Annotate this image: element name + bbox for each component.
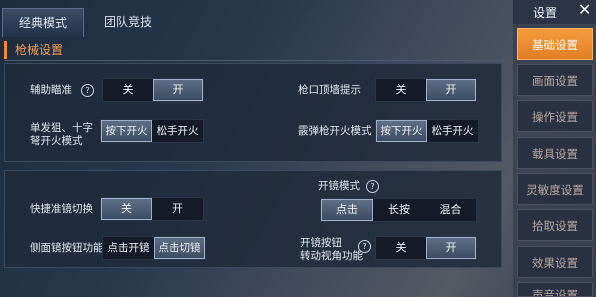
- aim-assist-label: 辅助瞄准: [30, 84, 72, 96]
- settings-title: 设置: [533, 6, 558, 20]
- sidebar-item-sensitivity[interactable]: 灵敏度设置: [517, 173, 593, 205]
- tab-team-deathmatch[interactable]: 团队竞技: [90, 8, 178, 36]
- scope-mode-toggle: 点击 长按 混合: [320, 198, 477, 222]
- section-title: 枪械设置: [4, 41, 63, 59]
- single-fire-press[interactable]: 按下开火: [101, 120, 152, 142]
- side-button-scope[interactable]: 点击开镜: [103, 237, 154, 259]
- aim-assist-help-icon[interactable]: ?: [81, 84, 94, 97]
- scope-mode-help-icon[interactable]: ?: [366, 180, 379, 193]
- scope-view-label-line2: 转动视角功能: [300, 250, 363, 262]
- shotgun-fire-press[interactable]: 按下开火: [376, 120, 427, 142]
- sidebar-item-graphics[interactable]: 画面设置: [517, 64, 593, 96]
- sidebar-item-controls[interactable]: 操作设置: [517, 100, 593, 132]
- aim-assist-toggle: 关 开: [102, 78, 204, 102]
- side-button-switch[interactable]: 点击切镜: [154, 237, 205, 259]
- sidebar-item-pickup[interactable]: 拾取设置: [517, 209, 593, 241]
- scope-view-help-icon[interactable]: ?: [358, 240, 371, 253]
- muzzle-hint-off[interactable]: 关: [376, 79, 426, 101]
- section-divider: [4, 60, 504, 61]
- quick-scope-on[interactable]: 开: [152, 198, 203, 220]
- muzzle-hint-label: 枪口顶墙提示: [298, 84, 361, 96]
- scope-view-toggle: 关 开: [375, 236, 477, 260]
- shotgun-fire-label: 霰弹枪开火模式: [298, 125, 372, 137]
- single-fire-release[interactable]: 松手开火: [152, 120, 203, 142]
- side-button-toggle: 点击开镜 点击切镜: [102, 236, 206, 260]
- sidebar-item-sound[interactable]: 声音设置: [517, 282, 593, 297]
- scope-mode-label: 开镜模式: [318, 180, 360, 192]
- shotgun-fire-release[interactable]: 松手开火: [427, 120, 478, 142]
- aim-assist-on[interactable]: 开: [153, 79, 203, 101]
- aim-assist-off[interactable]: 关: [103, 79, 153, 101]
- scope-mode-mixed[interactable]: 混合: [425, 199, 476, 221]
- muzzle-hint-toggle: 关 开: [375, 78, 477, 102]
- muzzle-hint-on[interactable]: 开: [426, 79, 476, 101]
- scope-mode-hold[interactable]: 长按: [373, 199, 425, 221]
- scope-view-on[interactable]: 开: [426, 237, 476, 259]
- scope-view-label-line1: 开镜按钮: [300, 237, 342, 249]
- close-icon[interactable]: ✕: [578, 0, 591, 19]
- quick-scope-off[interactable]: 关: [101, 198, 152, 220]
- sidebar-item-basic[interactable]: 基础设置: [517, 28, 593, 60]
- mode-tabs: 经典模式 团队竞技: [0, 8, 178, 37]
- sidebar-item-vehicle[interactable]: 载具设置: [517, 137, 593, 169]
- quick-scope-toggle: 关 开: [100, 197, 204, 221]
- single-fire-toggle: 按下开火 松手开火: [100, 119, 204, 143]
- tab-classic[interactable]: 经典模式: [2, 8, 84, 37]
- single-fire-label-line2: 弩开火模式: [30, 135, 83, 147]
- single-fire-label-line1: 单发狙、十字: [30, 122, 93, 134]
- side-button-label: 侧面镜按钮功能: [30, 242, 104, 254]
- scope-view-off[interactable]: 关: [376, 237, 426, 259]
- scope-mode-tap[interactable]: 点击: [321, 199, 373, 221]
- sidebar-item-effects[interactable]: 效果设置: [517, 246, 593, 278]
- quick-scope-label: 快捷准镜切换: [30, 203, 93, 215]
- shotgun-fire-toggle: 按下开火 松手开火: [375, 119, 479, 143]
